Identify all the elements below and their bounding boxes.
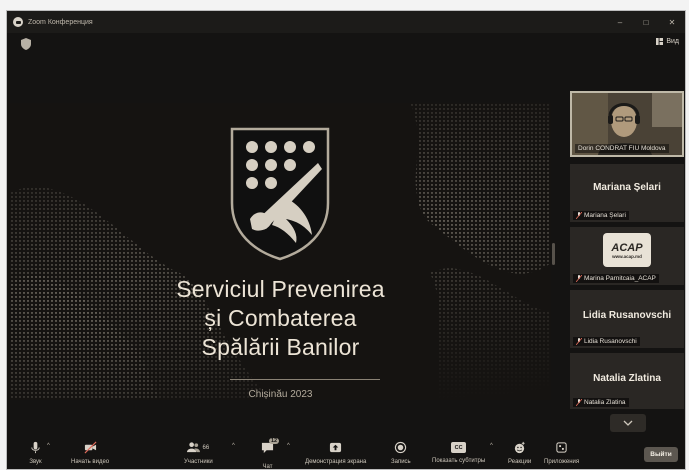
reactions-label: Реакции — [508, 459, 532, 465]
slide-date: Chișinău 2023 — [248, 389, 313, 400]
participants-count: 66 — [202, 444, 210, 451]
scroll-participants-down-button[interactable] — [610, 414, 646, 432]
chat-unread-badge: 12 — [269, 438, 280, 444]
muted-mic-icon — [576, 338, 582, 345]
participant-tile-video[interactable]: Dorin CONDRAT FIU Moldova — [570, 91, 684, 157]
share-resize-handle[interactable] — [552, 243, 555, 265]
window-title: Zoom Конференция — [28, 18, 93, 26]
record-button[interactable]: Запись — [391, 441, 411, 465]
participant-display-name: Natalia Zlatina — [593, 373, 661, 384]
start-video-button[interactable]: Начать видео — [71, 441, 109, 465]
captions-options-caret-icon[interactable]: ^ — [490, 443, 493, 449]
audio-label: Звук — [29, 459, 42, 465]
view-label: Вид — [666, 38, 679, 45]
participant-tile[interactable]: Mariana Șelari Mariana Șelari — [570, 164, 684, 222]
apps-label: Приложения — [544, 459, 580, 465]
chat-button[interactable]: 12 Чат — [261, 438, 280, 470]
participants-icon — [187, 442, 201, 453]
participant-name-label: Mariana Șelari — [573, 211, 629, 220]
share-screen-label: Демонстрация экрана — [305, 459, 367, 465]
share-screen-icon — [330, 442, 342, 453]
slide-title-line-2: și Combaterea — [204, 305, 357, 331]
slide-title-line-3: Spălării Banilor — [201, 334, 360, 360]
participant-name-label: Marina Parnitcaia_ACAP — [573, 274, 659, 283]
participants-options-caret-icon[interactable]: ^ — [232, 443, 235, 449]
muted-mic-icon — [576, 212, 582, 219]
muted-mic-icon — [576, 399, 582, 406]
leave-meeting-button[interactable]: Выйти — [644, 447, 678, 462]
reactions-button[interactable]: Реакции — [508, 441, 531, 465]
participant-name-label: Natalia Zlatina — [573, 398, 629, 407]
participant-name-label: Dorin CONDRAT FIU Moldova — [575, 144, 669, 153]
closed-captions-icon: CC — [451, 442, 467, 453]
chat-options-caret-icon[interactable]: ^ — [287, 443, 290, 449]
slide-title-line-1: Serviciul Prevenirea — [176, 276, 385, 302]
participant-tile[interactable]: Natalia Zlatina Natalia Zlatina — [570, 353, 684, 409]
shared-screen: Serviciul Prevenirea și Combaterea Spălă… — [10, 103, 551, 400]
share-screen-button[interactable]: Демонстрация экрана — [305, 441, 366, 465]
audio-button[interactable]: Звук — [29, 441, 42, 465]
record-label: Запись — [391, 459, 411, 465]
title-bar: Zoom Конференция – □ ✕ — [7, 11, 685, 33]
acap-logo: ACAP www.acap.md — [603, 233, 651, 267]
zoom-window: Zoom Конференция – □ ✕ Вид Serviciul Pre… — [6, 10, 686, 470]
chat-label: Чат — [262, 464, 273, 470]
chevron-down-icon — [623, 420, 633, 426]
emblem-logo — [230, 127, 330, 261]
apps-button[interactable]: Приложения — [544, 441, 579, 465]
reactions-emoji-icon — [514, 441, 525, 454]
show-captions-label: Показать субтитры — [432, 458, 486, 464]
participant-tile[interactable]: Lidia Rusanovschi Lidia Rusanovschi — [570, 290, 684, 348]
microphone-icon — [31, 441, 40, 454]
participant-display-name: Lidia Rusanovschi — [582, 310, 672, 321]
audio-options-caret-icon[interactable]: ^ — [47, 443, 50, 449]
meeting-toolbar: Звук ^ Начать видео 66 Участники ^ 12 Ча… — [7, 438, 685, 470]
view-button[interactable]: Вид — [656, 38, 679, 45]
zoom-logo-icon — [13, 17, 23, 27]
participants-button[interactable]: 66 Участники — [184, 441, 213, 465]
participants-label: Участники — [184, 459, 213, 465]
slide-title: Serviciul Prevenirea și Combaterea Spălă… — [10, 275, 551, 362]
apps-icon — [556, 442, 567, 453]
slide-divider — [230, 379, 380, 380]
record-icon — [395, 441, 407, 454]
video-off-icon — [84, 441, 97, 454]
meeting-top-bar: Вид — [7, 33, 685, 55]
participant-tile[interactable]: ACAP www.acap.md Marina Parnitcaia_ACAP — [570, 227, 684, 285]
security-shield-icon[interactable] — [21, 38, 31, 50]
maximize-button[interactable]: □ — [633, 11, 659, 33]
participant-name-label: Lidia Rusanovschi — [573, 337, 640, 346]
muted-mic-icon — [576, 275, 582, 282]
participant-display-name: Mariana Șelari — [593, 182, 661, 193]
show-captions-button[interactable]: CC Показать субтитры — [432, 441, 485, 464]
minimize-button[interactable]: – — [607, 11, 633, 33]
start-video-label: Начать видео — [71, 459, 110, 465]
grid-view-icon — [656, 38, 664, 45]
close-button[interactable]: ✕ — [659, 11, 685, 33]
